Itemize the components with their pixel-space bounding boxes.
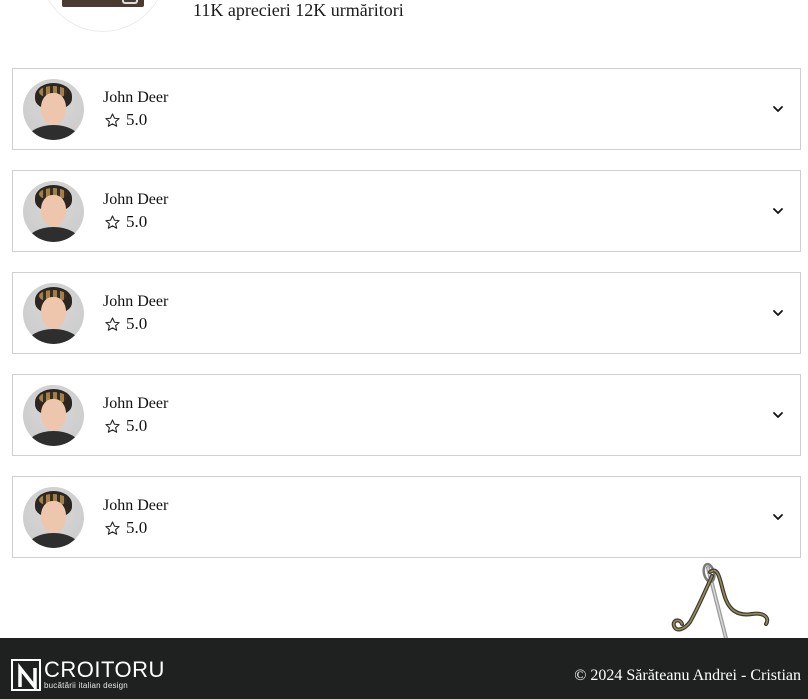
chevron-down-icon[interactable] <box>772 511 784 523</box>
rating: 5.0 <box>104 314 147 334</box>
rating-value: 5.0 <box>126 416 148 435</box>
logo-wordmark: CROITORU <box>44 657 165 682</box>
star-outline-icon <box>105 112 120 127</box>
profile-stats: 11K aprecieri 12K urmăritori <box>193 0 404 20</box>
reviews-list: John Deer 5.0 John Deer 5.0 John Deer 5.… <box>12 68 801 578</box>
rating-value: 5.0 <box>126 212 148 231</box>
rating: 5.0 <box>104 212 147 232</box>
reviewer-name: John Deer <box>103 395 169 412</box>
star-outline-icon <box>105 418 120 433</box>
reviewer-name: John Deer <box>103 293 169 310</box>
chevron-down-icon[interactable] <box>772 409 784 421</box>
rating-value: 5.0 <box>126 518 148 537</box>
reviewer-name: John Deer <box>103 89 169 106</box>
review-card[interactable]: John Deer 5.0 <box>12 374 801 456</box>
reviewer-avatar <box>23 79 84 140</box>
star-outline-icon <box>105 520 120 535</box>
reviewer-avatar <box>23 385 84 446</box>
star-outline-icon <box>105 316 120 331</box>
profile-photo <box>62 0 144 7</box>
reviewer-name: John Deer <box>103 191 169 208</box>
review-card[interactable]: John Deer 5.0 <box>12 476 801 558</box>
chevron-down-icon[interactable] <box>772 103 784 115</box>
reviewer-avatar <box>23 181 84 242</box>
rating-value: 5.0 <box>126 314 148 333</box>
site-footer: CROITORU bucătării italian design © 2024… <box>0 638 808 699</box>
chevron-down-icon[interactable] <box>772 307 784 319</box>
reviewer-avatar <box>23 283 84 344</box>
reviewer-avatar <box>23 487 84 548</box>
site-logo[interactable]: CROITORU bucătării italian design <box>11 659 165 691</box>
profile-header: 11K aprecieri 12K urmăritori <box>0 0 808 40</box>
logo-tagline: bucătării italian design <box>44 681 128 690</box>
rating: 5.0 <box>104 518 147 538</box>
star-outline-icon <box>105 214 120 229</box>
chevron-down-icon[interactable] <box>772 205 784 217</box>
rating: 5.0 <box>104 416 147 436</box>
review-card[interactable]: John Deer 5.0 <box>12 68 801 150</box>
logo-mark <box>11 659 41 691</box>
review-card[interactable]: John Deer 5.0 <box>12 272 801 354</box>
profile-avatar <box>37 0 169 32</box>
reviewer-name: John Deer <box>103 497 169 514</box>
copyright-text: © 2024 Sărăteanu Andrei - Cristian <box>574 667 801 684</box>
review-card[interactable]: John Deer 5.0 <box>12 170 801 252</box>
rating: 5.0 <box>104 110 147 130</box>
rating-value: 5.0 <box>126 110 148 129</box>
